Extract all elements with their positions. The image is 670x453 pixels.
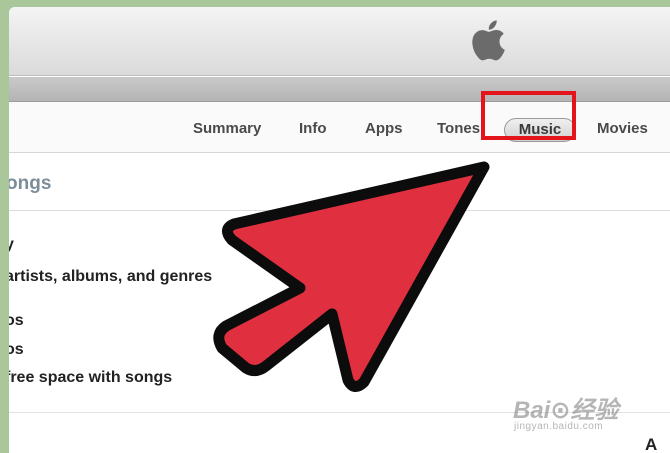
sync-option[interactable]: os	[9, 341, 24, 359]
sync-option[interactable]: artists, albums, and genres	[9, 268, 212, 286]
apple-logo-icon	[472, 20, 505, 61]
tab-apps[interactable]: Apps	[365, 116, 403, 142]
watermark: Bai⊙经验 jingyan.baidu.com	[508, 380, 658, 440]
sync-option[interactable]: free space with songs	[9, 369, 172, 387]
sync-option[interactable]: os	[9, 312, 24, 330]
tab-movies[interactable]: Movies	[597, 116, 648, 142]
music-tab-highlight	[481, 91, 576, 140]
tab-info[interactable]: Info	[299, 116, 327, 142]
watermark-brand: Bai⊙经验	[513, 397, 619, 424]
watermark-url: jingyan.baidu.com	[514, 421, 604, 432]
tab-summary[interactable]: Summary	[193, 116, 261, 142]
divider	[9, 210, 670, 211]
tab-tones[interactable]: Tones	[437, 116, 480, 142]
section-title: ongs	[9, 173, 52, 194]
sync-option[interactable]: y	[9, 236, 14, 254]
title-bar	[9, 7, 670, 76]
